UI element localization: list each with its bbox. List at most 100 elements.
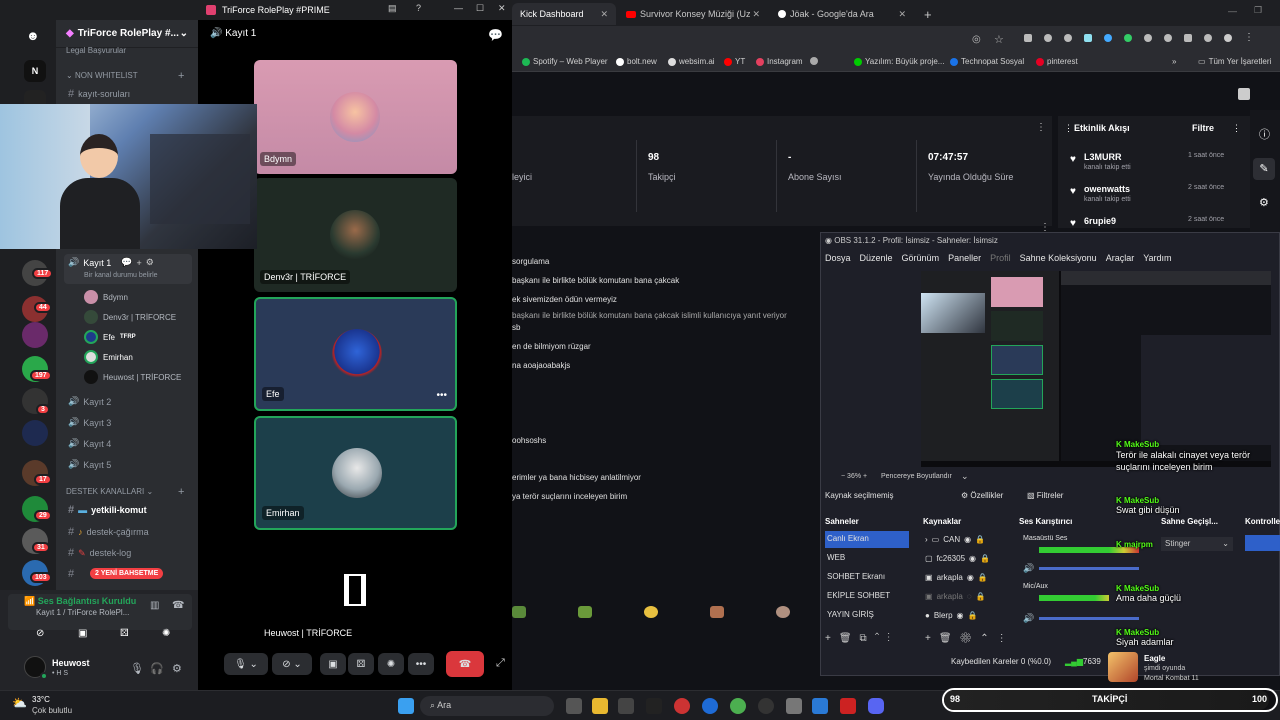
- screenshare-icon[interactable]: ▣: [78, 628, 92, 640]
- microphone-button[interactable]: 🎙 ⌄: [224, 653, 268, 675]
- soundboard-icon[interactable]: ✺: [162, 628, 176, 640]
- task-view-icon[interactable]: [566, 698, 582, 714]
- new-mentions-pill[interactable]: 2 YENİ BAHSETME: [90, 568, 164, 579]
- restore-icon[interactable]: ❐: [1254, 5, 1262, 16]
- menu-help[interactable]: Yardım: [1143, 253, 1171, 263]
- info-icon[interactable]: ⓘ: [1259, 126, 1270, 142]
- new-tab-button[interactable]: +: [916, 3, 936, 25]
- app-icon[interactable]: [674, 698, 690, 714]
- all-bookmarks[interactable]: ▭ Tüm Yer İşaretleri: [1198, 57, 1271, 66]
- source-item[interactable]: ▣ arkapla ◉ 🔒: [925, 573, 988, 582]
- filters-button[interactable]: ▧ Filtreler: [1027, 491, 1063, 500]
- speaker-icon[interactable]: 🔊: [1023, 563, 1034, 574]
- menu-icon[interactable]: ⋮: [1036, 122, 1046, 133]
- scene-item[interactable]: WEB: [825, 550, 909, 567]
- menu-profile[interactable]: Profil: [990, 253, 1011, 263]
- category-destek[interactable]: DESTEK KANALLARI ⌄: [66, 487, 153, 496]
- menu-edit[interactable]: Düzenle: [860, 253, 893, 263]
- menu-docks[interactable]: Paneller: [948, 253, 981, 263]
- app-icon[interactable]: [840, 698, 856, 714]
- voice-member[interactable]: Bdymn: [84, 290, 128, 304]
- weather-temp[interactable]: 33°C: [32, 695, 50, 704]
- tab-google[interactable]: Jöak - Google'da Ara ✕: [770, 3, 914, 25]
- app-icon[interactable]: [702, 698, 718, 714]
- server-icon[interactable]: [22, 420, 48, 446]
- close-icon[interactable]: ✕: [498, 3, 506, 14]
- server-icon[interactable]: N: [24, 60, 46, 82]
- scene-item[interactable]: EKİPLE SOHBET: [825, 588, 909, 605]
- bookmark-yt[interactable]: YT: [724, 57, 745, 66]
- channel-hidden[interactable]: #: [68, 568, 74, 580]
- menu-icon[interactable]: ⋮: [1244, 33, 1254, 43]
- volume-slider[interactable]: [1039, 617, 1139, 620]
- menu-icon[interactable]: ⋮: [1064, 123, 1073, 134]
- microphone-icon[interactable]: 🎙: [130, 662, 144, 675]
- menu-file[interactable]: Dosya: [825, 253, 851, 263]
- username[interactable]: Heuwost: [52, 658, 90, 668]
- add-channel-icon[interactable]: +: [178, 486, 184, 498]
- channel-yetkili-komut[interactable]: # ▬ yetkili-komut: [68, 504, 147, 516]
- start-streaming-button[interactable]: [1245, 535, 1280, 551]
- transition-select[interactable]: Stinger ⌄: [1161, 537, 1233, 551]
- source-toolbar[interactable]: +🗑⚙⌃⋮: [925, 633, 1015, 644]
- disconnect-button[interactable]: ☎: [446, 651, 484, 677]
- close-icon[interactable]: ✕: [600, 9, 608, 20]
- connection-status[interactable]: 📶 Ses Bağlantısı Kuruldu: [24, 596, 136, 607]
- chevron-right-icon[interactable]: »: [1172, 57, 1176, 66]
- voice-channel-kayit3[interactable]: 🔊 Kayıt 3: [68, 417, 111, 428]
- headphones-icon[interactable]: 🎧: [150, 662, 164, 675]
- participant-tile[interactable]: Denv3r | TRİFORCE: [254, 178, 457, 292]
- voice-channel-kayit1[interactable]: 🔊 Kayıt 1 💬 + ⚙: [68, 257, 154, 268]
- minimize-icon[interactable]: —: [454, 3, 463, 13]
- voice-member[interactable]: Emirhan: [84, 350, 133, 364]
- scene-item[interactable]: SOHBET Ekranı: [825, 569, 909, 586]
- source-item[interactable]: ▣ arkapla ◌ 🔒: [925, 592, 986, 601]
- participant-tile[interactable]: Heuwost | TRİFORCE: [254, 534, 457, 648]
- chrome-icon[interactable]: [730, 698, 746, 714]
- tab-survivor[interactable]: Survivor Konsey Müziği (Uzun V ✕: [618, 3, 768, 25]
- bookmark-bolt[interactable]: bolt.new: [616, 57, 657, 66]
- discord-icon[interactable]: ☻: [26, 28, 40, 43]
- bookmark-yazilim[interactable]: Yazılım: Büyük proje...: [854, 57, 944, 66]
- weather-desc[interactable]: Çok bulutlu: [32, 706, 72, 715]
- voice-channel-kayit5[interactable]: 🔊 Kayıt 5: [68, 459, 111, 470]
- profile-icon[interactable]: [1224, 34, 1232, 42]
- voice-member[interactable]: Efe TFRP: [84, 330, 136, 344]
- fit-to-window[interactable]: Pencereye Boyutlandır: [881, 473, 952, 480]
- bookmark-websim[interactable]: websim.ai: [668, 57, 715, 66]
- soundboard-button[interactable]: ✺: [378, 653, 404, 675]
- voice-member[interactable]: Heuwost | TRİFORCE: [84, 370, 181, 384]
- menu-scene-collection[interactable]: Sahne Koleksiyonu: [1020, 253, 1097, 263]
- extension-icon[interactable]: [1124, 34, 1132, 42]
- screenshare-button[interactable]: ▣: [320, 653, 346, 675]
- volume-slider[interactable]: [1039, 567, 1139, 570]
- voice-status[interactable]: Bir kanal durumu belirle: [84, 272, 158, 279]
- server-header[interactable]: ◆ TriForce RolePlay #... ⌄: [56, 20, 198, 48]
- scene-toolbar[interactable]: +🗑⧉⌃⋮: [825, 633, 898, 644]
- gear-icon[interactable]: ⚙: [1259, 196, 1269, 209]
- scene-item[interactable]: YAYIN GİRİŞ: [825, 607, 909, 624]
- app-icon[interactable]: [646, 698, 662, 714]
- channel-destek-log[interactable]: # ✎ destek-log: [68, 547, 131, 559]
- extension-icon[interactable]: [1064, 34, 1072, 42]
- popout-icon[interactable]: ⤢: [496, 657, 505, 670]
- bookmark-pinterest[interactable]: pinterest: [1036, 57, 1078, 66]
- tab-kick-dashboard[interactable]: Kick Dashboard ✕: [512, 3, 616, 25]
- vscode-icon[interactable]: [812, 698, 828, 714]
- more-button[interactable]: •••: [408, 653, 434, 675]
- camera-off-icon[interactable]: ⊘: [36, 628, 50, 640]
- search-box[interactable]: ⌕ Ara: [420, 696, 554, 716]
- extension-icon[interactable]: [1104, 34, 1112, 42]
- speaker-icon[interactable]: 🔊: [1023, 613, 1034, 624]
- bookmark-spotify[interactable]: Spotify – Web Player: [522, 57, 608, 66]
- app-icon[interactable]: [618, 698, 634, 714]
- properties-button[interactable]: ⚙ Özellikler: [961, 491, 1003, 500]
- filter-button[interactable]: Filtre: [1192, 123, 1214, 133]
- source-item[interactable]: › ▭ CAN ◉ 🔒: [925, 535, 985, 544]
- channel-legal[interactable]: Legal Başvurular: [66, 46, 126, 55]
- bookmark-icon[interactable]: [1238, 88, 1250, 100]
- close-icon[interactable]: ✕: [752, 9, 760, 20]
- scene-item[interactable]: Canlı Ekran: [825, 531, 909, 548]
- weather-icon[interactable]: ⛅: [12, 696, 27, 710]
- inbox-icon[interactable]: ▤: [388, 3, 397, 14]
